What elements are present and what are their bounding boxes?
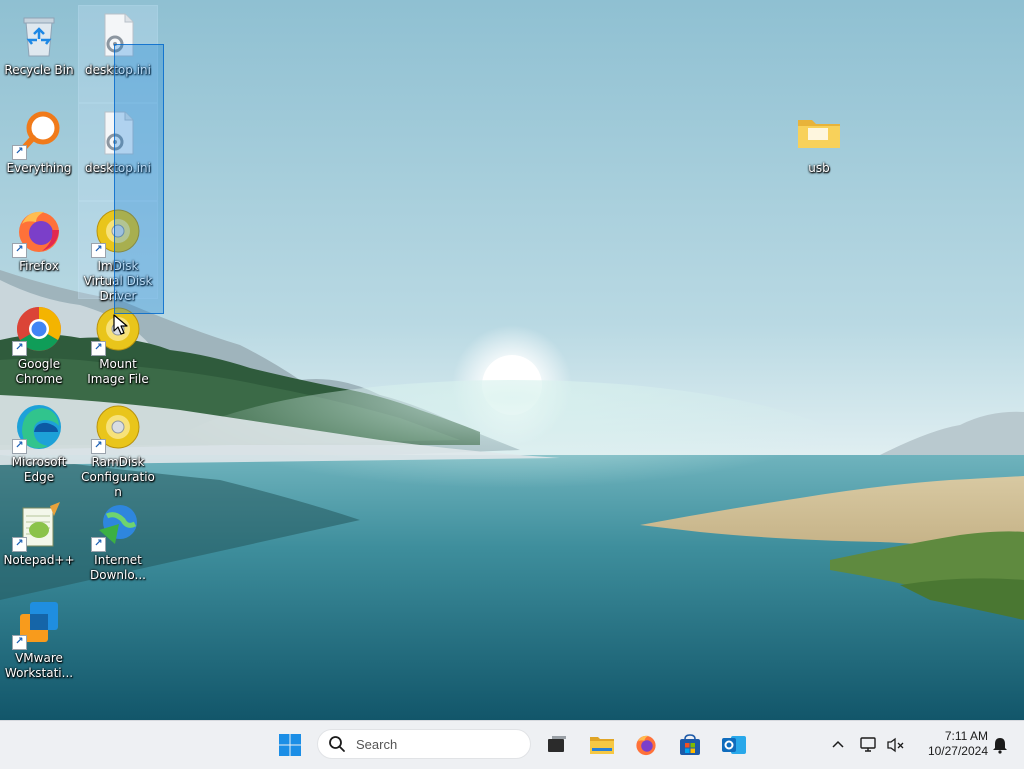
- chevron-up-icon: [832, 740, 844, 748]
- icon-label: usb: [808, 161, 830, 175]
- edge-icon: ↗: [12, 402, 64, 454]
- desktop-icon-recycle-bin[interactable]: Recycle Bin: [0, 6, 78, 102]
- shortcut-arrow-icon: ↗: [91, 537, 106, 552]
- icon-label: Firefox: [19, 259, 59, 273]
- notepadpp-icon: ↗: [12, 500, 64, 552]
- microsoft-store-icon: [680, 734, 700, 755]
- drag-selection-rectangle: [114, 44, 164, 314]
- shortcut-arrow-icon: ↗: [91, 243, 106, 258]
- icon-label: Microsoft Edge: [11, 455, 67, 484]
- network-icon: [860, 737, 876, 752]
- icon-label: Everything: [6, 161, 72, 175]
- notifications-button[interactable]: [984, 729, 1016, 761]
- shortcut-arrow-icon: ↗: [91, 341, 106, 356]
- mouse-pointer-icon: [113, 314, 129, 336]
- bell-icon: [993, 738, 1007, 754]
- desktop-icon-ramdisk[interactable]: ↗ RamDisk Configuration: [79, 398, 157, 499]
- icon-label: Google Chrome: [15, 357, 63, 386]
- task-view-button[interactable]: [540, 729, 572, 761]
- clock-date: 10/27/2024: [927, 744, 988, 758]
- shortcut-arrow-icon: ↗: [12, 145, 27, 160]
- firefox-taskbar-button[interactable]: [630, 729, 662, 761]
- firefox-icon: ↗: [12, 206, 64, 258]
- file-explorer-button[interactable]: [586, 729, 618, 761]
- start-button[interactable]: [274, 729, 306, 761]
- desktop-icon-edge[interactable]: ↗ Microsoft Edge: [0, 398, 78, 494]
- search-box[interactable]: [317, 729, 531, 759]
- windows-logo-icon: [279, 734, 301, 756]
- speaker-muted-icon: [887, 737, 904, 753]
- shortcut-arrow-icon: ↗: [12, 243, 27, 258]
- chrome-icon: ↗: [12, 304, 64, 356]
- desktop-icon-vmware[interactable]: ↗ VMware Workstati...: [0, 594, 78, 690]
- search-icon: [329, 736, 345, 752]
- vmware-icon: ↗: [12, 598, 64, 650]
- icon-label: VMware Workstati...: [4, 651, 74, 680]
- magnifier-icon: ↗: [12, 108, 64, 160]
- desktop-icon-notepadpp[interactable]: ↗ Notepad++: [0, 496, 78, 592]
- show-hidden-icons-button[interactable]: [822, 729, 854, 761]
- search-input[interactable]: [354, 735, 518, 753]
- volume-button[interactable]: [880, 729, 912, 761]
- outlook-icon: [722, 736, 746, 754]
- shortcut-arrow-icon: ↗: [12, 439, 27, 454]
- icon-label: Notepad++: [3, 553, 75, 567]
- shortcut-arrow-icon: ↗: [12, 341, 27, 356]
- clock-time: 7:11 AM: [944, 729, 988, 743]
- disc-icon: ↗: [91, 402, 143, 454]
- idm-globe-icon: ↗: [91, 500, 143, 552]
- microsoft-store-button[interactable]: [674, 729, 706, 761]
- icon-label: Internet Downlo...: [90, 553, 146, 582]
- icon-label: RamDisk Configuration: [81, 455, 155, 499]
- desktop-icon-everything[interactable]: ↗ Everything: [0, 104, 78, 200]
- firefox-icon: [636, 735, 656, 756]
- shortcut-arrow-icon: ↗: [12, 635, 27, 650]
- folder-icon: [794, 108, 844, 158]
- outlook-button[interactable]: [718, 729, 750, 761]
- shortcut-arrow-icon: ↗: [12, 537, 27, 552]
- task-view-icon: [548, 736, 566, 752]
- taskbar: 7:11 AM 10/27/2024: [0, 720, 1024, 769]
- desktop-icon-firefox[interactable]: ↗ Firefox: [0, 202, 78, 298]
- icon-label: Recycle Bin: [4, 63, 74, 77]
- shortcut-arrow-icon: ↗: [91, 439, 106, 454]
- taskbar-clock[interactable]: 7:11 AM 10/27/2024: [912, 729, 988, 759]
- recycle-bin-icon: [14, 10, 64, 60]
- desktop-icon-usb-folder[interactable]: usb: [780, 104, 858, 200]
- desktop-icon-idm[interactable]: ↗ Internet Downlo...: [79, 496, 157, 592]
- desktop-icon-chrome[interactable]: ↗ Google Chrome: [0, 300, 78, 396]
- icon-label: Mount Image File: [87, 357, 149, 386]
- file-explorer-icon: [590, 737, 614, 754]
